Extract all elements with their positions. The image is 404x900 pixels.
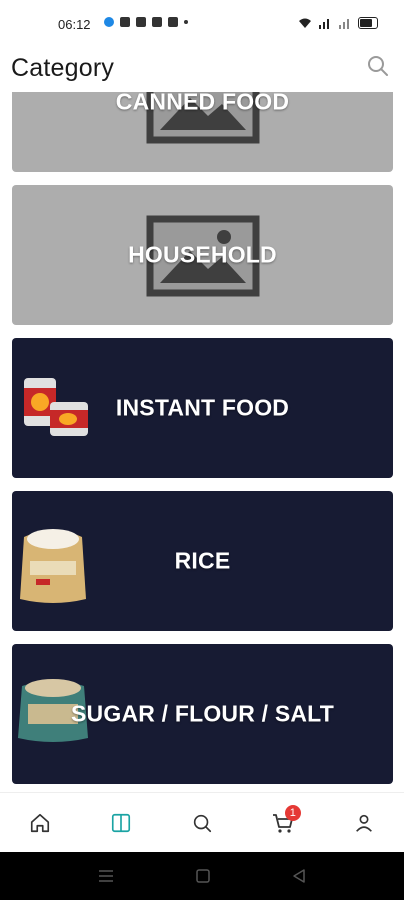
category-card-rice[interactable]: RICE (12, 491, 393, 631)
category-card-household[interactable]: HOUSEHOLD (12, 185, 393, 325)
signal-icon-2 (339, 19, 349, 29)
category-card-instant-food[interactable]: INSTANT FOOD (12, 338, 393, 478)
page-title: Category (11, 54, 115, 82)
cart-badge: 1 (284, 805, 301, 821)
category-label: CANNED FOOD (115, 92, 290, 115)
category-label: RICE (174, 547, 231, 574)
signal-icon (319, 19, 329, 29)
facebook-icon (120, 17, 130, 27)
home-square-icon[interactable] (195, 868, 211, 884)
categories-icon (112, 813, 131, 833)
notification-icons (104, 17, 188, 27)
mail-icon (136, 17, 146, 27)
menu-icon[interactable] (97, 868, 115, 884)
category-list[interactable]: CANNED FOOD HOUSEHOLD INSTANT FOOD RICE … (0, 92, 404, 792)
bottom-navigation: 1 (0, 792, 404, 853)
search-icon[interactable] (366, 54, 390, 78)
nav-home[interactable] (20, 803, 60, 843)
category-label: SUGAR / FLOUR / SALT (71, 700, 334, 727)
home-icon (31, 813, 50, 833)
battery-icon (358, 17, 378, 29)
status-bar: 06:12 (0, 0, 404, 50)
category-card-sugar-flour-salt[interactable]: SUGAR / FLOUR / SALT (12, 644, 393, 784)
nav-search[interactable] (182, 803, 222, 843)
category-card-canned-food[interactable]: CANNED FOOD (12, 92, 393, 172)
category-label: INSTANT FOOD (115, 394, 290, 421)
profile-icon (355, 814, 372, 832)
back-icon[interactable] (291, 868, 307, 884)
game-icon (168, 17, 178, 27)
chat-icon (152, 17, 162, 27)
nav-cart[interactable]: 1 (263, 803, 303, 843)
wifi-icon (299, 18, 311, 28)
app-bar: Category (0, 50, 404, 92)
system-status-icons (298, 17, 378, 29)
nav-profile[interactable] (344, 803, 384, 843)
app-notification-icon (104, 17, 114, 27)
nav-categories[interactable] (101, 803, 141, 843)
status-time: 06:12 (58, 17, 91, 32)
category-label: HOUSEHOLD (128, 241, 277, 268)
more-notifications-icon (184, 20, 188, 24)
search-icon (193, 814, 212, 833)
system-navigation-bar (0, 852, 404, 900)
